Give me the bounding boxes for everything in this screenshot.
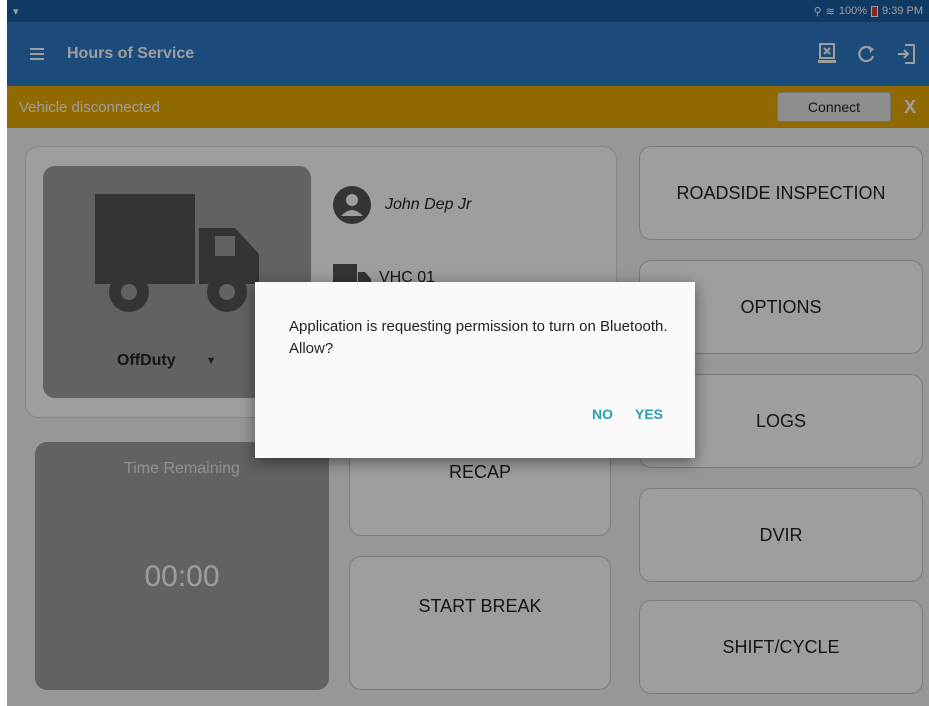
dialog-yes-button[interactable]: YES [635,406,663,422]
bluetooth-permission-dialog: Application is requesting permission to … [255,282,695,458]
dialog-actions: NO YES [592,406,663,422]
dialog-no-button[interactable]: NO [592,406,613,422]
dialog-message: Application is requesting permission to … [289,318,668,357]
app-screen: ▾ ⚲ ≋ 100% 9:39 PM Hours of Service Vehi… [7,0,929,706]
